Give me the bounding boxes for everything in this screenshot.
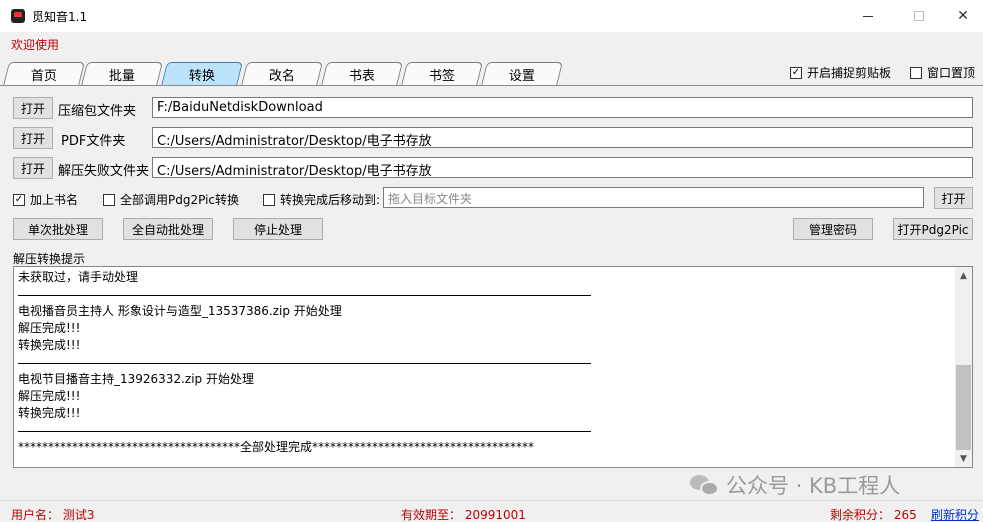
manage-password-button[interactable]: 管理密码 bbox=[793, 218, 873, 240]
tab-convert[interactable]: 转换 bbox=[161, 62, 243, 86]
title-bar: 觅知音1.1 ✕ bbox=[0, 0, 983, 32]
log-separator bbox=[18, 422, 948, 439]
scroll-thumb[interactable] bbox=[956, 365, 971, 450]
log-separator bbox=[18, 354, 948, 371]
window-title: 觅知音1.1 bbox=[32, 10, 88, 24]
topmost-checkbox[interactable]: 窗口置顶 bbox=[910, 64, 975, 81]
add-bookname-checkbox[interactable]: ✓ 加上书名 bbox=[13, 191, 78, 208]
tab-bookmark[interactable]: 书签 bbox=[401, 62, 483, 86]
tab-settings[interactable]: 设置 bbox=[481, 62, 563, 86]
refresh-points-link[interactable]: 刷新积分 bbox=[931, 506, 979, 522]
move-target-field[interactable]: 拖入目标文件夹 bbox=[383, 187, 924, 208]
open-pdg2pic-button[interactable]: 打开Pdg2Pic bbox=[893, 218, 973, 240]
log-line: 电视播音员主持人 形象设计与造型_13537386.zip 开始处理 bbox=[18, 304, 342, 318]
tab-home[interactable]: 首页 bbox=[3, 62, 85, 86]
log-line: *************************************全部处… bbox=[18, 440, 535, 454]
welcome-text: 欢迎使用 bbox=[11, 38, 60, 52]
archive-folder-field[interactable]: F:/BaiduNetdiskDownload bbox=[152, 97, 973, 118]
log-label: 解压转换提示 bbox=[13, 252, 86, 266]
checkbox-unchecked-icon bbox=[263, 193, 275, 206]
single-batch-button[interactable]: 单次批处理 bbox=[13, 218, 103, 240]
status-expiry: 有效期至： 20991001 bbox=[401, 508, 526, 522]
log-scrollbar[interactable]: ▲ ▼ bbox=[955, 267, 972, 467]
open-pdf-folder-button[interactable]: 打开 bbox=[13, 127, 53, 149]
watermark: 公众号 · KB工程人 bbox=[690, 470, 900, 500]
log-line: 转换完成!!! bbox=[18, 338, 81, 352]
pdf-folder-field[interactable]: C:/Users/Administrator/Desktop/电子书存放 bbox=[152, 127, 973, 148]
clipboard-checkbox[interactable]: ✓ 开启捕捉剪贴板 bbox=[790, 64, 891, 81]
log-separator bbox=[18, 286, 948, 303]
log-line: 解压完成!!! bbox=[18, 389, 81, 403]
maximize-icon[interactable] bbox=[896, 0, 942, 32]
tab-rename[interactable]: 改名 bbox=[241, 62, 323, 86]
stop-button[interactable]: 停止处理 bbox=[233, 218, 323, 240]
scroll-up-icon[interactable]: ▲ bbox=[955, 267, 972, 284]
close-icon[interactable]: ✕ bbox=[940, 0, 983, 32]
checkbox-checked-icon: ✓ bbox=[13, 193, 25, 206]
tab-booklist[interactable]: 书表 bbox=[321, 62, 403, 86]
open-failed-folder-button[interactable]: 打开 bbox=[13, 157, 53, 179]
log-content: 未获取过，请手动处理电视播音员主持人 形象设计与造型_13537386.zip … bbox=[18, 269, 948, 456]
status-user: 用户名： 测试3 bbox=[11, 508, 95, 522]
pdf-folder-label: PDF文件夹 bbox=[61, 134, 126, 149]
failed-folder-label: 解压失败文件夹 bbox=[58, 164, 150, 179]
status-points: 剩余积分： 265 bbox=[830, 508, 917, 522]
move-after-checkbox[interactable]: 转换完成后移动到: bbox=[263, 191, 380, 208]
log-textarea[interactable]: 未获取过，请手动处理电视播音员主持人 形象设计与造型_13537386.zip … bbox=[13, 266, 973, 468]
auto-batch-button[interactable]: 全自动批处理 bbox=[123, 218, 213, 240]
minimize-icon[interactable] bbox=[845, 0, 891, 32]
log-line: 未获取过，请手动处理 bbox=[18, 270, 139, 284]
checkbox-unchecked-icon bbox=[103, 193, 115, 206]
scroll-down-icon[interactable]: ▼ bbox=[955, 450, 972, 467]
log-line: 解压完成!!! bbox=[18, 321, 81, 335]
open-archive-folder-button[interactable]: 打开 bbox=[13, 97, 53, 119]
archive-folder-label: 压缩包文件夹 bbox=[58, 104, 137, 119]
tab-batch[interactable]: 批量 bbox=[81, 62, 163, 86]
status-bar: 用户名： 测试3 有效期至： 20991001 剩余积分： 265 刷新积分 bbox=[0, 500, 983, 522]
log-line: 电视节目播音主持_13926332.zip 开始处理 bbox=[18, 372, 254, 386]
use-pdg2pic-checkbox[interactable]: 全部调用Pdg2Pic转换 bbox=[103, 191, 239, 208]
tab-strip-divider bbox=[0, 85, 983, 86]
checkbox-checked-icon: ✓ bbox=[790, 66, 802, 79]
failed-folder-field[interactable]: C:/Users/Administrator/Desktop/电子书存放 bbox=[152, 157, 973, 178]
open-move-target-button[interactable]: 打开 bbox=[934, 187, 973, 209]
wechat-icon bbox=[690, 474, 720, 496]
log-line: 转换完成!!! bbox=[18, 406, 81, 420]
app-icon bbox=[11, 9, 25, 23]
checkbox-unchecked-icon bbox=[910, 66, 922, 79]
